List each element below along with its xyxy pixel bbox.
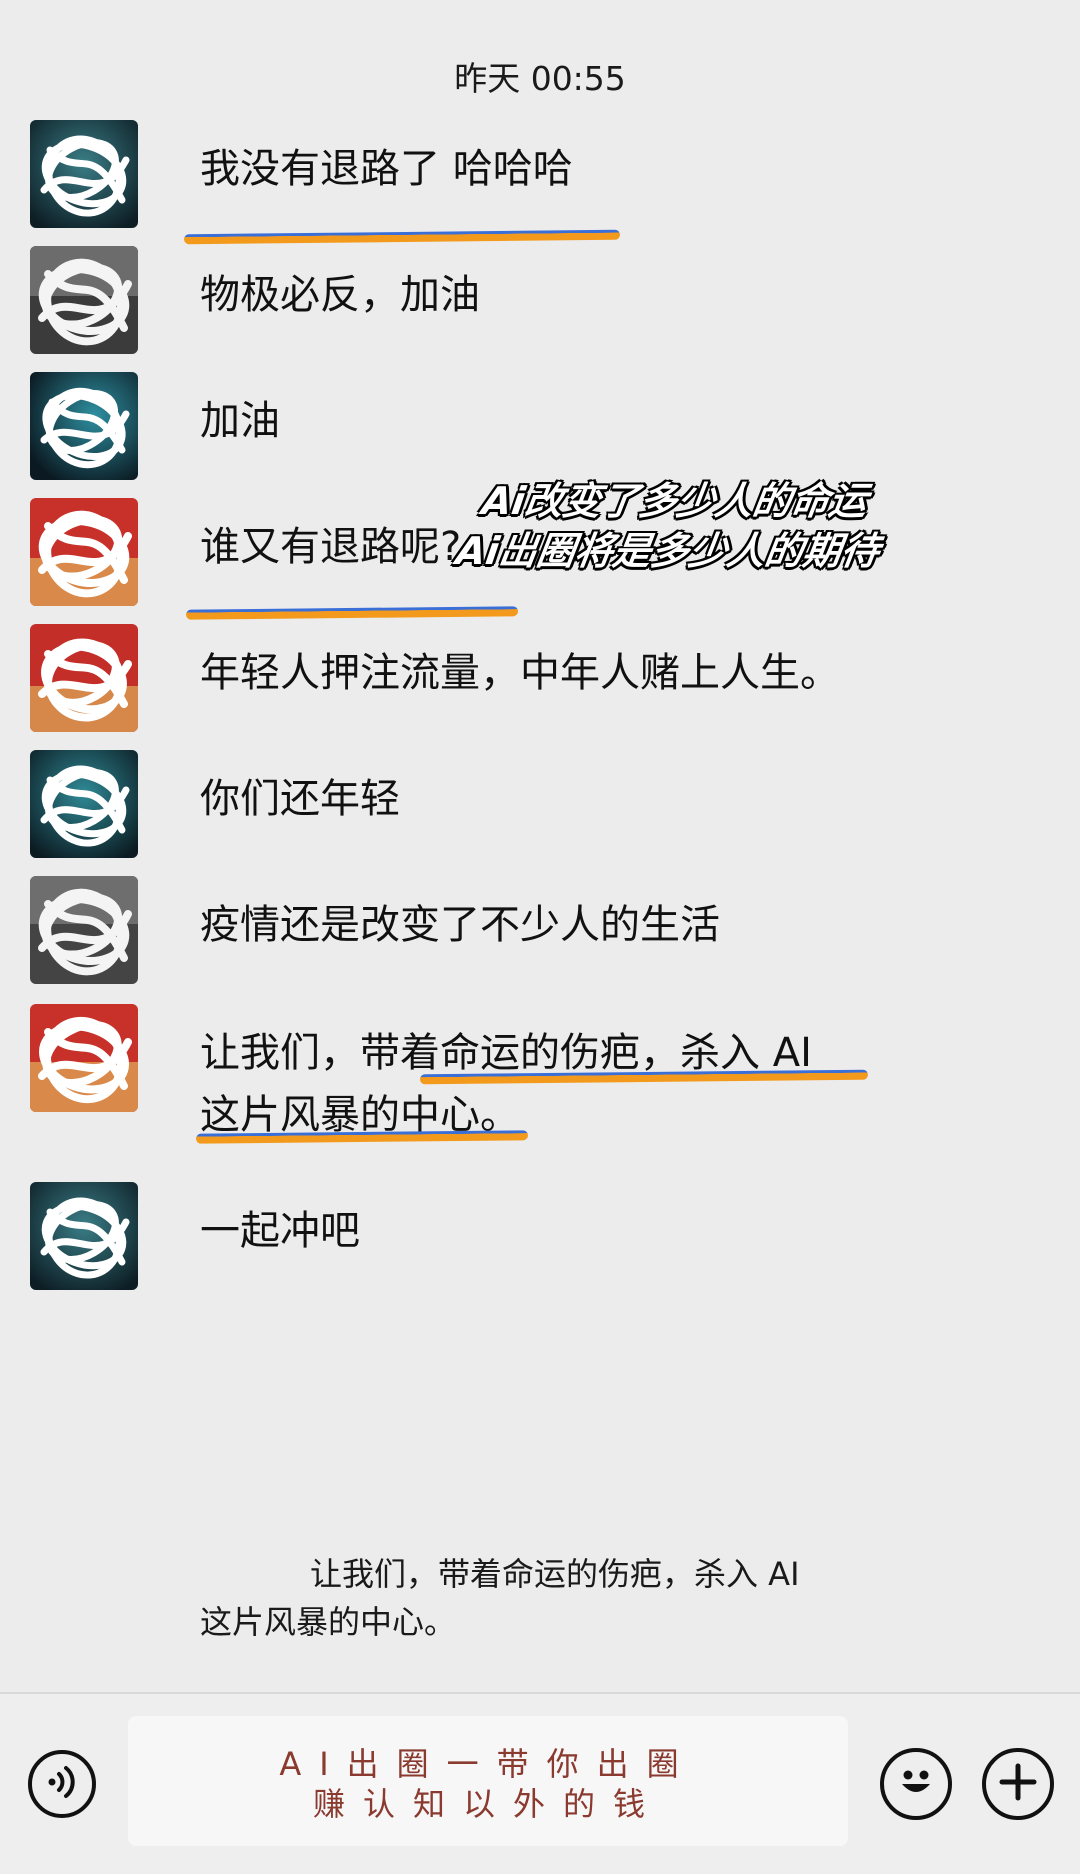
avatar[interactable] — [30, 1182, 138, 1290]
avatar[interactable] — [30, 372, 138, 480]
voice-button[interactable] — [28, 1750, 96, 1818]
add-icon — [996, 1760, 1040, 1808]
message-text: 你们还年轻 — [200, 776, 400, 822]
highlight-underline — [183, 229, 621, 245]
avatar[interactable] — [30, 750, 138, 858]
emoji-icon — [890, 1756, 942, 1812]
avatar[interactable] — [30, 246, 138, 354]
message-text: 物极必反，加油 — [200, 272, 480, 318]
avatar[interactable] — [30, 624, 138, 732]
message-input[interactable]: AI出圈一带你出圈 赚认知以外的钱 — [128, 1716, 848, 1846]
overlay-caption-line-1: Ai改变了多少人的命运 — [479, 479, 871, 523]
overlay-caption: Ai改变了多少人的命运 Ai出圈将是多少人的期待 — [453, 476, 889, 576]
chat-input-bar: AI出圈一带你出圈 赚认知以外的钱 — [0, 1692, 1080, 1874]
message-text: 我没有退路了 哈哈哈 — [200, 146, 573, 192]
avatar[interactable] — [30, 1004, 138, 1112]
overlay-caption-line-2: Ai出圈将是多少人的期待 — [453, 529, 883, 573]
message-text: 让我们，带着命运的伤疤，杀入 AI 这片风暴的中心。 — [200, 1030, 812, 1138]
message-text: 谁又有退路呢? — [200, 524, 462, 570]
avatar[interactable] — [30, 120, 138, 228]
message-text: 一起冲吧 — [200, 1208, 360, 1254]
avatar[interactable] — [30, 876, 138, 984]
highlight-underline — [185, 606, 519, 620]
quote-caption: 让我们，带着命运的伤疤，杀入 AI 这片风暴的中心。 — [200, 1555, 800, 1641]
message-text: 疫情还是改变了不少人的生活 — [200, 902, 720, 948]
chat-screen: 昨天 00:55 我没有退路了 哈哈哈 物极必反，加油 加油 Ai改变了多少人的… — [0, 0, 1080, 1874]
emoji-button[interactable] — [880, 1748, 952, 1820]
add-button[interactable] — [982, 1748, 1054, 1820]
chat-timestamp: 昨天 00:55 — [454, 59, 626, 98]
message-text: 加油 — [200, 398, 280, 444]
voice-icon — [42, 1762, 82, 1806]
message-input-text: AI出圈一带你出圈 赚认知以外的钱 — [279, 1745, 697, 1823]
message-text: 年轻人押注流量，中年人赌上人生。 — [200, 650, 840, 696]
avatar[interactable] — [30, 498, 138, 606]
